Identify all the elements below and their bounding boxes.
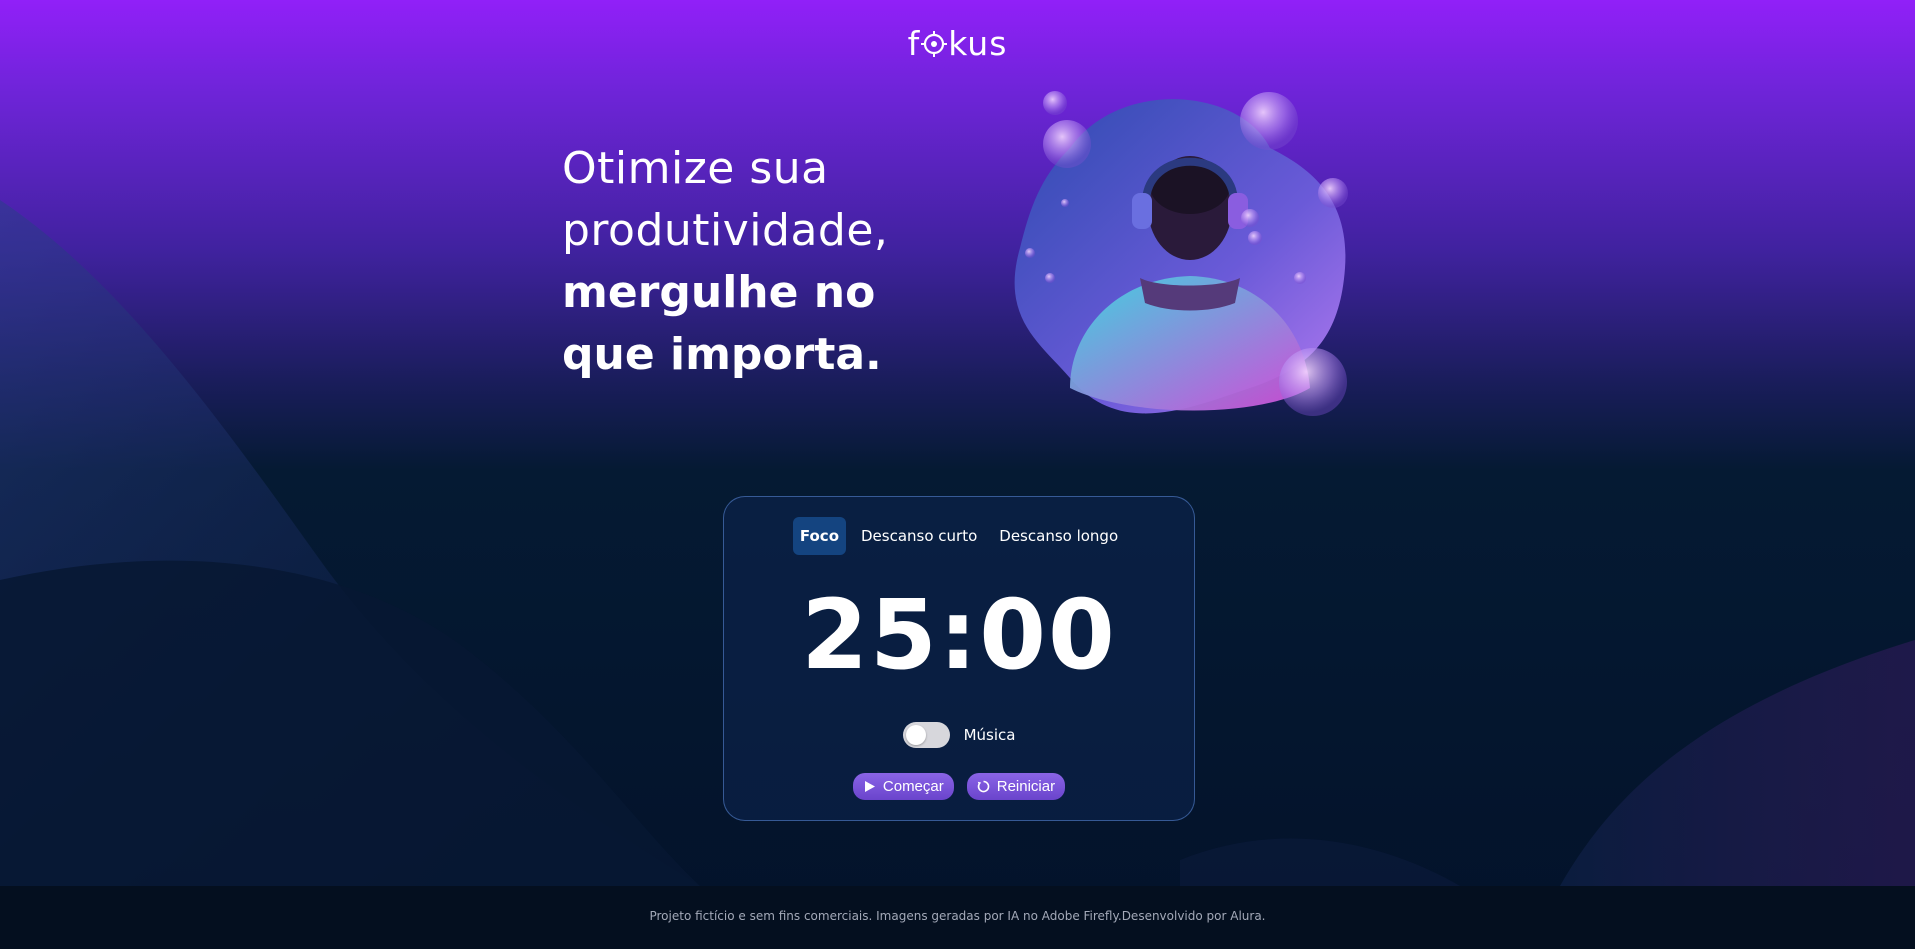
logo-prefix: f [907,24,921,63]
timer-actions: Começar Reiniciar [724,773,1194,800]
toggle-knob [905,725,926,745]
mode-tabs: Foco Descanso curto Descanso longo [724,517,1194,555]
timer-display: 25:00 [801,579,1117,691]
logo-suffix: kus [948,24,1008,63]
hero-heading: Otimize sua produtividade, mergulhe no q… [562,138,982,386]
timer-card: Foco Descanso curto Descanso longo 25:00… [723,496,1195,821]
hero-line-2: produtividade, [562,205,889,256]
hero-line-4: que importa. [562,329,882,380]
music-control: Música [724,722,1194,748]
music-toggle[interactable] [902,722,950,748]
footer-text: Projeto fictício e sem fins comerciais. … [649,909,1266,923]
music-label: Música [963,726,1016,744]
play-icon [864,781,875,792]
start-button[interactable]: Começar [852,773,954,800]
tab-foco[interactable]: Foco [792,517,846,555]
hero-image [1014,91,1348,416]
target-o-icon [921,31,948,57]
reset-label: Reiniciar [996,778,1056,795]
start-label: Começar [882,778,944,795]
tab-descanso-longo[interactable]: Descanso longo [992,517,1125,555]
hero-line-1: Otimize sua [562,143,829,194]
hero-line-3: mergulhe no [562,267,876,318]
brand-logo: f kus [0,24,1915,63]
reset-button[interactable]: Reiniciar [966,773,1066,800]
restart-icon [977,780,990,793]
tab-descanso-curto[interactable]: Descanso curto [854,517,984,555]
